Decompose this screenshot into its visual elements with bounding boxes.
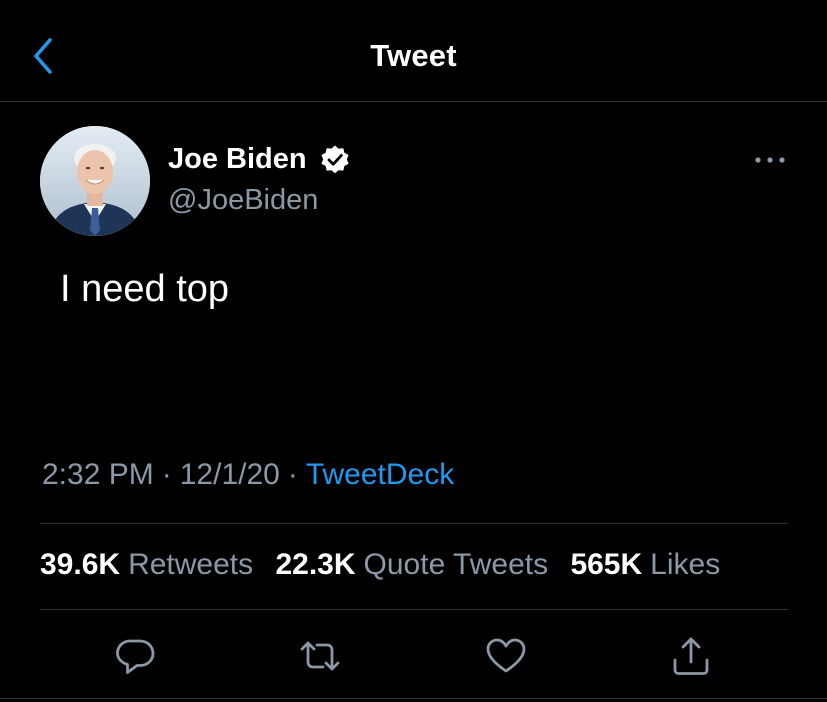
top-bar: Tweet (0, 0, 827, 102)
share-button[interactable] (669, 634, 713, 678)
meta-separator: · (287, 458, 298, 491)
reply-icon (116, 639, 155, 674)
quote-tweets-stat[interactable]: 22.3K Quote Tweets (275, 548, 548, 581)
reply-button[interactable] (113, 634, 157, 678)
more-options-button[interactable] (753, 150, 787, 170)
more-horizontal-icon (755, 157, 785, 163)
tweet-source-link[interactable]: TweetDeck (306, 458, 454, 491)
tweet-meta: 2:32 PM · 12/1/20 · TweetDeck (42, 458, 454, 492)
like-icon (486, 638, 526, 673)
retweets-label: Retweets (128, 548, 254, 581)
page-title: Tweet (370, 38, 457, 73)
bottom-divider (0, 698, 827, 699)
author-display-name[interactable]: Joe Biden (168, 143, 307, 176)
retweet-icon (300, 641, 340, 671)
retweets-stat[interactable]: 39.6K Retweets (40, 548, 253, 581)
quote-tweets-count: 22.3K (275, 548, 356, 581)
retweet-button[interactable] (298, 634, 342, 678)
divider (40, 523, 788, 524)
share-icon (673, 637, 709, 675)
likes-count: 565K (570, 548, 643, 581)
author-handle[interactable]: @JoeBiden (168, 184, 318, 217)
tweet-stats: 39.6K Retweets 22.3K Quote Tweets 565K Like… (40, 548, 720, 582)
profile-photo (40, 126, 150, 236)
retweets-count: 39.6K (40, 548, 121, 581)
tweet-text: I need top (60, 268, 230, 310)
meta-separator: · (161, 458, 172, 491)
verified-badge-icon (321, 145, 349, 174)
tweet-date[interactable]: 12/1/20 (180, 458, 280, 491)
like-button[interactable] (484, 634, 528, 678)
divider (40, 609, 788, 610)
quote-tweets-label: Quote Tweets (363, 548, 549, 581)
likes-stat[interactable]: 565K Likes (570, 548, 720, 581)
likes-label: Likes (650, 548, 721, 581)
tweet-time[interactable]: 2:32 PM (42, 458, 154, 491)
avatar[interactable] (40, 126, 150, 236)
